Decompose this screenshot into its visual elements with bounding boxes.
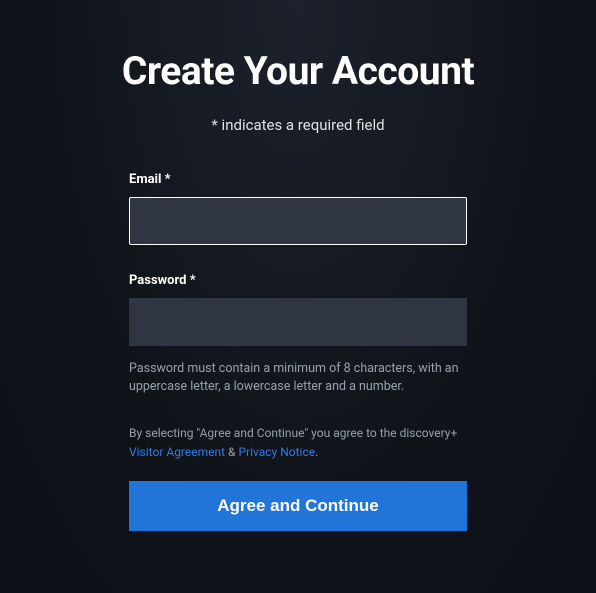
- agree-continue-button[interactable]: Agree and Continue: [129, 481, 467, 531]
- legal-ampersand: &: [225, 445, 238, 459]
- password-group: Password * Password must contain a minim…: [129, 273, 467, 396]
- legal-suffix: .: [315, 445, 318, 459]
- legal-text: By selecting "Agree and Continue" you ag…: [129, 424, 467, 462]
- required-field-note: * indicates a required field: [211, 116, 384, 134]
- password-field[interactable]: [129, 298, 467, 346]
- password-hint: Password must contain a minimum of 8 cha…: [129, 360, 467, 396]
- email-label: Email *: [129, 172, 467, 187]
- email-field[interactable]: [129, 197, 467, 245]
- page-title: Create Your Account: [122, 48, 474, 94]
- legal-prefix: By selecting "Agree and Continue" you ag…: [129, 426, 457, 440]
- signup-form: Email * Password * Password must contain…: [129, 172, 467, 531]
- password-label: Password *: [129, 273, 467, 288]
- visitor-agreement-link[interactable]: Visitor Agreement: [129, 445, 225, 459]
- email-group: Email *: [129, 172, 467, 245]
- signup-container: Create Your Account * indicates a requir…: [0, 0, 596, 531]
- privacy-notice-link[interactable]: Privacy Notice: [238, 445, 315, 459]
